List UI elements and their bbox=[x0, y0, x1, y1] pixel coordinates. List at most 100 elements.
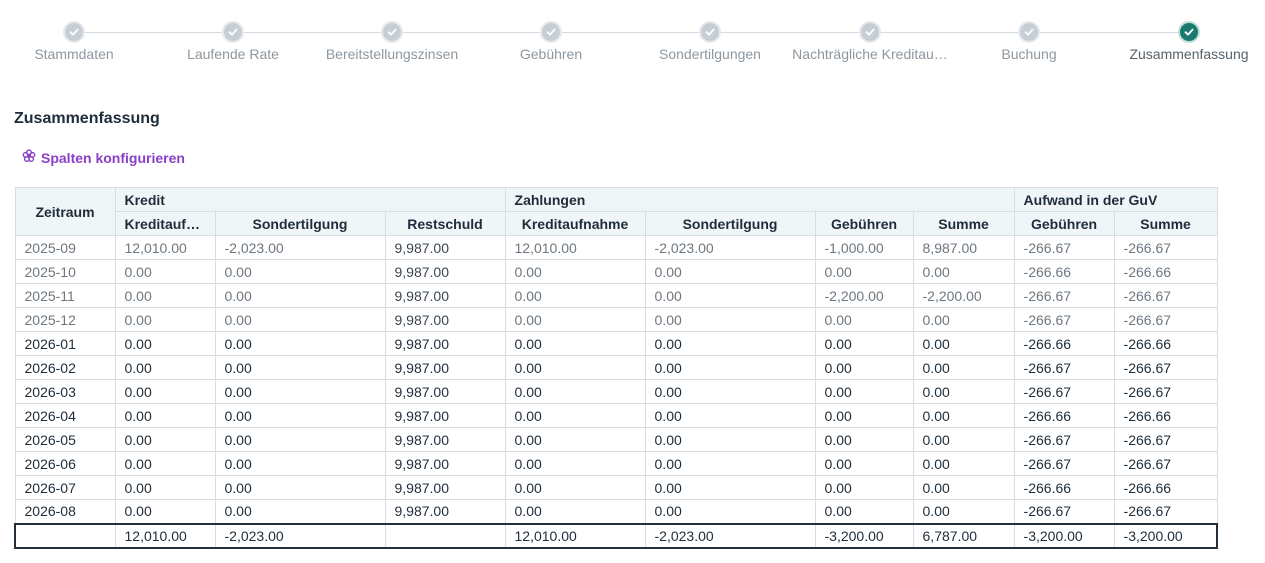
step-1[interactable]: Laufende Rate bbox=[143, 21, 323, 62]
value-cell: 8,987.00 bbox=[912, 235, 1015, 260]
total-cell: 12,010.00 bbox=[114, 522, 216, 549]
table-row: 2026-01 0.00 0.00 9,987.00 0.00 0.00 0.00 0.00-… bbox=[14, 331, 1218, 356]
value-cell: 0.00 bbox=[814, 379, 914, 404]
value-cell: -2,200.00 bbox=[814, 283, 914, 308]
value-cell: 0.00 bbox=[814, 451, 914, 476]
period-cell: 2026-03 bbox=[14, 379, 116, 404]
value-cell: 0.00 bbox=[504, 283, 646, 308]
column-header-zahlung-summe[interactable]: Summe bbox=[912, 211, 1015, 236]
value-cell: 0.00 bbox=[814, 499, 914, 524]
period-cell: 2026-01 bbox=[14, 331, 116, 356]
value-cell: -266.66 bbox=[1013, 403, 1115, 428]
column-header-restschuld[interactable]: Restschuld bbox=[384, 211, 506, 236]
value-cell: 0.00 bbox=[114, 283, 216, 308]
value-cell: 0.00 bbox=[114, 451, 216, 476]
value-cell: -266.66 bbox=[1013, 475, 1115, 500]
period-cell: 2025-09 bbox=[14, 235, 116, 260]
value-cell: 0.00 bbox=[114, 331, 216, 356]
value-cell: 0.00 bbox=[644, 451, 816, 476]
value-cell: 0.00 bbox=[644, 307, 816, 332]
step-0[interactable]: Stammdaten bbox=[0, 21, 164, 62]
summary-table: Zeitraum Kredit Zahlungen Aufwand in der… bbox=[14, 187, 1219, 549]
step-3[interactable]: Gebühren bbox=[461, 21, 641, 62]
check-icon bbox=[1178, 21, 1200, 43]
table-row: 2026-04 0.00 0.00 9,987.00 0.00 0.00 0.00 0.00-… bbox=[14, 403, 1218, 428]
value-cell: -266.66 bbox=[1113, 475, 1218, 500]
total-cell: 6,787.00 bbox=[912, 522, 1015, 549]
step-6[interactable]: Buchung bbox=[939, 21, 1119, 62]
value-cell: 0.00 bbox=[912, 307, 1015, 332]
value-cell: 0.00 bbox=[214, 283, 386, 308]
table-row: 2025-12 0.00 0.00 9,987.00 0.00 0.00 0.00 0.00-… bbox=[14, 307, 1218, 332]
configure-columns-label: Spalten konfigurieren bbox=[41, 149, 185, 166]
value-cell: 9,987.00 bbox=[384, 403, 506, 428]
value-cell: 0.00 bbox=[214, 331, 386, 356]
value-cell: 0.00 bbox=[912, 355, 1015, 380]
step-label: Sondertilgungen bbox=[659, 46, 761, 62]
value-cell: -2,023.00 bbox=[214, 235, 386, 260]
table-row: 2026-03 0.00 0.00 9,987.00 0.00 0.00 0.00 0.00-… bbox=[14, 379, 1218, 404]
step-7[interactable]: Zusammenfassung bbox=[1099, 21, 1265, 62]
column-header-guv-gebuehren[interactable]: Gebühren bbox=[1013, 211, 1115, 236]
column-header-zahlung-kreditaufnahme[interactable]: Kreditaufnahme bbox=[504, 211, 646, 236]
step-4[interactable]: Sondertilgungen bbox=[620, 21, 800, 62]
step-label: Gebühren bbox=[519, 46, 583, 62]
group-header-kredit: Kredit bbox=[114, 187, 506, 212]
value-cell: -266.66 bbox=[1013, 331, 1115, 356]
period-cell: 2025-10 bbox=[14, 259, 116, 284]
value-cell: -266.67 bbox=[1013, 355, 1115, 380]
value-cell: 0.00 bbox=[814, 307, 914, 332]
value-cell: 0.00 bbox=[214, 451, 386, 476]
column-header-sondertilgung[interactable]: Sondertilgung bbox=[214, 211, 386, 236]
value-cell: -266.67 bbox=[1013, 283, 1115, 308]
step-label: Laufende Rate bbox=[187, 46, 279, 62]
value-cell: 0.00 bbox=[912, 331, 1015, 356]
check-icon bbox=[381, 21, 403, 43]
total-cell: -3,200.00 bbox=[1113, 522, 1219, 549]
value-cell: 9,987.00 bbox=[384, 379, 506, 404]
configure-columns-button[interactable]: Spalten konfigurieren bbox=[22, 149, 185, 166]
value-cell: 12,010.00 bbox=[114, 235, 216, 260]
value-cell: -2,200.00 bbox=[912, 283, 1015, 308]
value-cell: -266.67 bbox=[1113, 427, 1218, 452]
value-cell: -266.67 bbox=[1013, 499, 1115, 524]
value-cell: 9,987.00 bbox=[384, 499, 506, 524]
value-cell: 0.00 bbox=[644, 283, 816, 308]
value-cell: 0.00 bbox=[814, 331, 914, 356]
value-cell: -266.67 bbox=[1113, 307, 1218, 332]
value-cell: 0.00 bbox=[214, 499, 386, 524]
step-2[interactable]: Bereitstellungszinsen bbox=[302, 21, 482, 62]
value-cell: 0.00 bbox=[912, 259, 1015, 284]
value-cell: 0.00 bbox=[214, 403, 386, 428]
value-cell: -266.67 bbox=[1013, 379, 1115, 404]
value-cell: -266.67 bbox=[1013, 235, 1115, 260]
column-header-guv-summe[interactable]: Summe bbox=[1113, 211, 1218, 236]
value-cell: 0.00 bbox=[814, 403, 914, 428]
column-header-zeitraum[interactable]: Zeitraum bbox=[14, 187, 116, 236]
value-cell: 0.00 bbox=[114, 259, 216, 284]
value-cell: 0.00 bbox=[214, 259, 386, 284]
check-icon bbox=[859, 21, 881, 43]
totals-row: 12,010.00 -2,023.00 12,010.00 -2,023.00 -3,2… bbox=[14, 522, 1219, 549]
value-cell: 0.00 bbox=[644, 499, 816, 524]
check-icon bbox=[222, 21, 244, 43]
value-cell: -266.67 bbox=[1113, 379, 1218, 404]
period-cell: 2026-07 bbox=[14, 475, 116, 500]
value-cell: 0.00 bbox=[814, 475, 914, 500]
total-cell: -3,200.00 bbox=[814, 522, 914, 549]
value-cell: 9,987.00 bbox=[384, 307, 506, 332]
period-cell: 2026-05 bbox=[14, 427, 116, 452]
value-cell: 0.00 bbox=[644, 259, 816, 284]
step-5[interactable]: Nachträgliche Kreditau… bbox=[780, 21, 960, 62]
column-header-zahlung-gebuehren[interactable]: Gebühren bbox=[814, 211, 914, 236]
column-header-kreditaufnahme[interactable]: Kreditaufnahme bbox=[114, 211, 216, 236]
period-cell: 2026-04 bbox=[14, 403, 116, 428]
value-cell: -266.67 bbox=[1113, 355, 1218, 380]
value-cell: -2,023.00 bbox=[644, 235, 816, 260]
value-cell: -266.67 bbox=[1113, 451, 1218, 476]
column-header-zahlung-sondertilgung[interactable]: Sondertilgung bbox=[644, 211, 816, 236]
value-cell: -266.67 bbox=[1013, 427, 1115, 452]
total-cell bbox=[14, 522, 116, 549]
step-label: Bereitstellungszinsen bbox=[325, 46, 459, 62]
step-label: Zusammenfassung bbox=[1129, 46, 1249, 62]
